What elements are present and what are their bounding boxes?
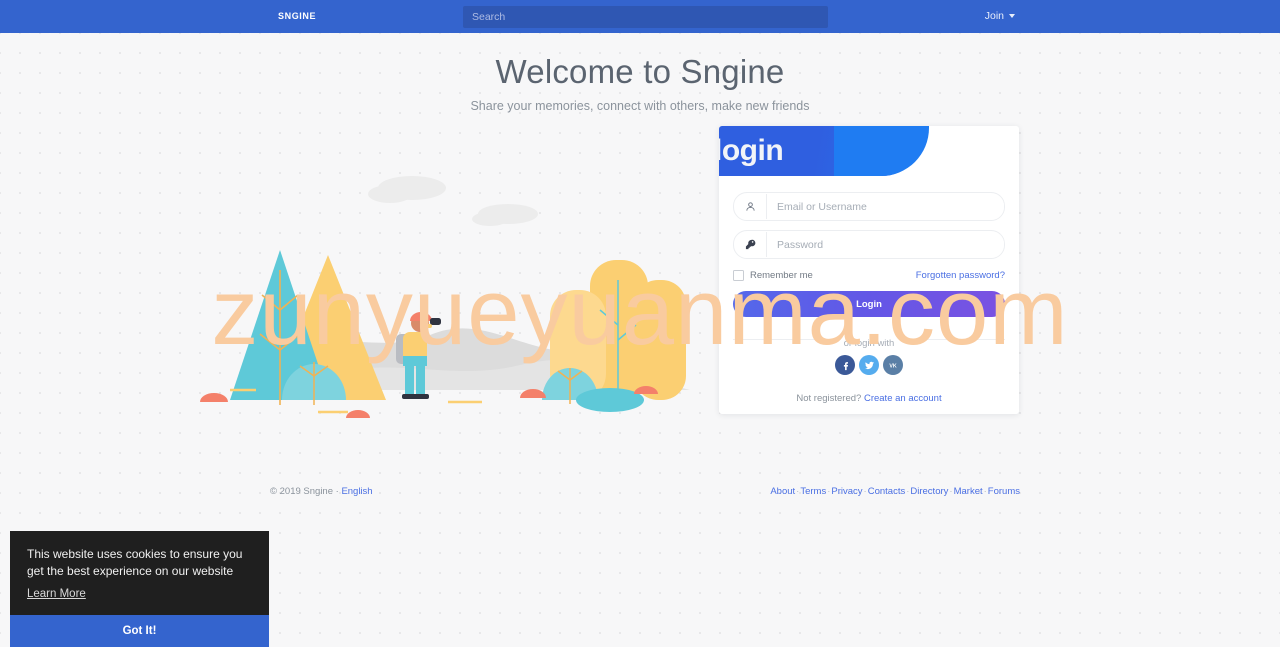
footer-link-market[interactable]: Market bbox=[954, 486, 983, 497]
footer-link-contacts[interactable]: Contacts bbox=[868, 486, 906, 497]
username-input[interactable] bbox=[767, 194, 1004, 219]
register-prompt-row: Not registered? Create an account bbox=[733, 393, 1005, 404]
copyright-text: © 2019 Sngine · bbox=[270, 486, 339, 497]
login-heading: login bbox=[719, 134, 784, 167]
social-login-divider: or login with bbox=[733, 333, 1005, 349]
register-prompt: Not registered? bbox=[796, 393, 862, 404]
cookie-message: This website uses cookies to ensure you … bbox=[27, 547, 243, 578]
chevron-down-icon bbox=[1009, 14, 1015, 18]
form-options-row: Remember me Forgotten password? bbox=[733, 268, 1005, 282]
user-icon bbox=[734, 194, 767, 219]
username-field-group bbox=[733, 192, 1005, 221]
footer-copyright: © 2019 Sngine · English bbox=[270, 486, 373, 497]
footer-link-directory[interactable]: Directory bbox=[910, 486, 948, 497]
footer-links: About·Terms·Privacy·Contacts·Directory·M… bbox=[770, 486, 1020, 497]
login-form: Remember me Forgotten password? Login or… bbox=[719, 176, 1019, 404]
search-input[interactable] bbox=[463, 6, 828, 28]
password-input[interactable] bbox=[767, 232, 1004, 257]
login-submit-button[interactable]: Login bbox=[733, 291, 1005, 317]
join-label: Join bbox=[984, 10, 1004, 22]
footer-link-forums[interactable]: Forums bbox=[988, 486, 1020, 497]
forgot-password-link[interactable]: Forgotten password? bbox=[916, 270, 1005, 281]
footer-link-privacy[interactable]: Privacy bbox=[831, 486, 862, 497]
hero-section: Welcome to Sngine Share your memories, c… bbox=[0, 52, 1280, 113]
top-navbar: SNGINE Join bbox=[0, 0, 1280, 33]
join-dropdown[interactable]: Join bbox=[985, 10, 1015, 22]
cookie-accept-button[interactable]: Got It! bbox=[10, 615, 269, 647]
language-link[interactable]: English bbox=[341, 486, 372, 497]
page-footer: © 2019 Sngine · English About·Terms·Priv… bbox=[0, 486, 1280, 502]
cookie-consent-banner: This website uses cookies to ensure you … bbox=[10, 531, 269, 647]
page-subtitle: Share your memories, connect with others… bbox=[470, 99, 810, 113]
login-card-header: login bbox=[719, 126, 1019, 176]
remember-me-toggle[interactable]: Remember me bbox=[733, 269, 813, 281]
remember-me-label: Remember me bbox=[750, 269, 813, 281]
remember-me-checkbox[interactable] bbox=[733, 269, 744, 281]
footer-link-terms[interactable]: Terms bbox=[800, 486, 826, 497]
svg-text:VK: VK bbox=[889, 363, 897, 369]
key-icon bbox=[734, 232, 767, 257]
cookie-banner-body: This website uses cookies to ensure you … bbox=[10, 531, 269, 615]
vk-icon[interactable]: VK bbox=[883, 355, 903, 375]
footer-link-about[interactable]: About bbox=[770, 486, 795, 497]
facebook-icon[interactable] bbox=[835, 355, 855, 375]
brand-logo[interactable]: SNGINE bbox=[278, 11, 316, 21]
divider-label: or login with bbox=[835, 338, 903, 349]
header-shape-secondary bbox=[834, 126, 929, 176]
login-card: login Remember me bbox=[719, 126, 1019, 414]
create-account-link[interactable]: Create an account bbox=[864, 393, 942, 404]
password-field-group bbox=[733, 230, 1005, 259]
twitter-icon[interactable] bbox=[859, 355, 879, 375]
page-title: Welcome to Sngine bbox=[495, 53, 785, 90]
cookie-learn-more-link[interactable]: Learn More bbox=[27, 588, 86, 600]
social-login-buttons: VK bbox=[733, 355, 1005, 375]
landscape-illustration bbox=[190, 150, 750, 440]
